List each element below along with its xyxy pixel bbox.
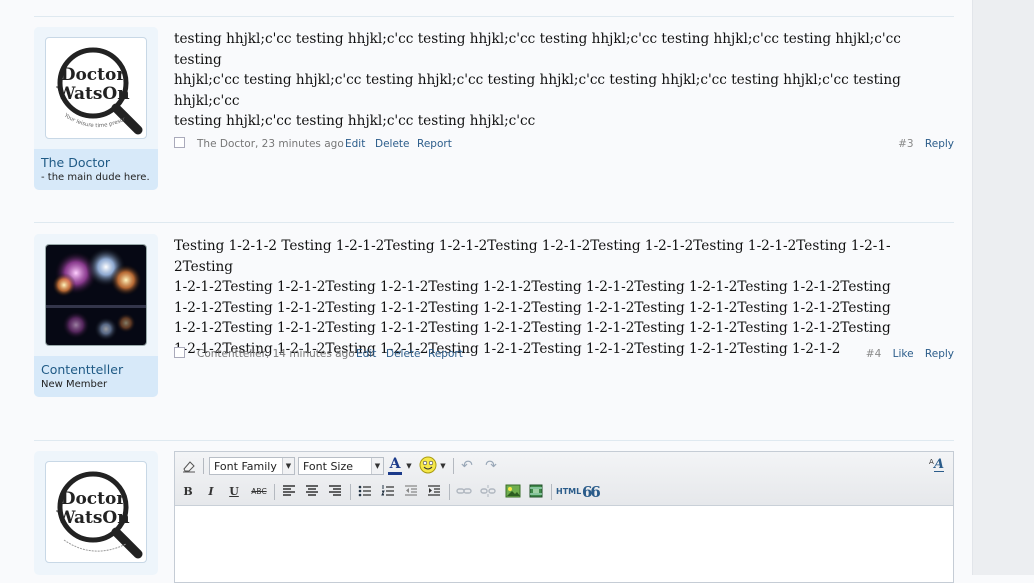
username[interactable]: Contentteller bbox=[41, 362, 151, 377]
avatar-logo-line2: WatsOn bbox=[55, 84, 129, 104]
switch-editor-mode-icon[interactable]: A A bbox=[929, 457, 947, 473]
post-meta: The Doctor, 23 minutes ago Edit Delete R… bbox=[174, 136, 954, 152]
chevron-down-icon: ▼ bbox=[371, 458, 383, 474]
reply-link[interactable]: Reply bbox=[925, 138, 954, 150]
html-button[interactable]: HTML bbox=[556, 484, 581, 500]
post-number[interactable]: #4 bbox=[866, 348, 881, 360]
post-divider bbox=[34, 16, 954, 17]
numbered-list-icon[interactable] bbox=[380, 484, 396, 500]
message-line: Testing 1-2-1-2 Testing 1-2-1-2Testing 1… bbox=[174, 238, 891, 275]
select-post-checkbox[interactable] bbox=[174, 137, 185, 148]
indent-icon[interactable] bbox=[426, 484, 442, 500]
delete-link[interactable]: Delete bbox=[375, 136, 410, 152]
username[interactable]: The Doctor bbox=[41, 155, 151, 170]
avatar-area: Doctor WatsOn Your leisure time prescrip… bbox=[34, 27, 158, 149]
unlink-icon[interactable] bbox=[480, 484, 496, 500]
message-line: testing hhjkl;c'cc testing hhjkl;c'cc te… bbox=[174, 31, 901, 68]
like-link[interactable]: Like bbox=[893, 348, 914, 360]
avatar-area: Doctor WatsOn bbox=[34, 451, 158, 575]
smilie-icon[interactable] bbox=[419, 456, 437, 474]
align-left-icon[interactable] bbox=[281, 484, 297, 500]
edit-link[interactable]: Edit bbox=[345, 136, 365, 152]
post-number[interactable]: #3 bbox=[898, 138, 913, 150]
user-info: Contentteller New Member bbox=[34, 356, 158, 397]
quote-icon[interactable]: 66 bbox=[582, 484, 601, 500]
fireworks-photo-icon bbox=[46, 245, 146, 345]
font-family-select[interactable]: Font Family ▼ bbox=[209, 457, 295, 475]
user-block-the-doctor: Doctor WatsOn Your leisure time prescrip… bbox=[34, 27, 158, 190]
message-line: testing hhjkl;c'cc testing hhjkl;c'cc te… bbox=[174, 113, 536, 129]
editor-toolbar: Font Family ▼ Font Size ▼ A ▼ ▼ ↶ ↷ A A … bbox=[175, 452, 953, 506]
message-body: testing hhjkl;c'cc testing hhjkl;c'cc te… bbox=[174, 29, 944, 132]
avatar[interactable]: Doctor WatsOn bbox=[45, 461, 147, 563]
redo-icon[interactable]: ↷ bbox=[483, 458, 499, 474]
underline-button[interactable]: U bbox=[227, 484, 241, 500]
avatar[interactable]: Doctor WatsOn Your leisure time prescrip… bbox=[45, 37, 147, 139]
reply-link[interactable]: Reply bbox=[925, 348, 954, 360]
post-meta: Contentteller, 14 minutes ago Edit Delet… bbox=[174, 346, 954, 362]
doctor-watson-logo-icon: Doctor WatsOn bbox=[55, 471, 143, 559]
link-icon[interactable] bbox=[456, 484, 472, 500]
toolbar-separator bbox=[453, 458, 454, 474]
text-color-icon[interactable]: A bbox=[388, 457, 402, 475]
outdent-icon[interactable] bbox=[403, 484, 419, 500]
message-body: Testing 1-2-1-2 Testing 1-2-1-2Testing 1… bbox=[174, 236, 944, 359]
user-title: - the main dude here. bbox=[41, 172, 150, 183]
toolbar-separator bbox=[551, 484, 552, 500]
left-margin bbox=[0, 0, 14, 575]
user-info: The Doctor - the main dude here. bbox=[34, 149, 158, 190]
user-block-contentteller: Contentteller New Member bbox=[34, 234, 158, 397]
post-author-date[interactable]: The Doctor, 23 minutes ago bbox=[197, 136, 344, 152]
toolbar-separator bbox=[449, 484, 450, 500]
report-link[interactable]: Report bbox=[428, 346, 463, 362]
user-title: New Member bbox=[41, 379, 108, 390]
switch-mode-large-glyph: A bbox=[934, 457, 945, 472]
toolbar-separator bbox=[350, 484, 351, 500]
message-line: 1-2-1-2Testing 1-2-1-2Testing 1-2-1-2Tes… bbox=[174, 320, 891, 336]
select-post-checkbox[interactable] bbox=[174, 347, 185, 358]
bold-button[interactable]: B bbox=[181, 484, 195, 500]
post-divider bbox=[34, 440, 954, 441]
edit-link[interactable]: Edit bbox=[356, 346, 376, 362]
message-line: hhjkl;c'cc testing hhjkl;c'cc testing hh… bbox=[174, 72, 901, 109]
italic-button[interactable]: I bbox=[204, 484, 218, 500]
align-center-icon[interactable] bbox=[304, 484, 320, 500]
reply-editor: Font Family ▼ Font Size ▼ A ▼ ▼ ↶ ↷ A A … bbox=[174, 451, 954, 583]
avatar-logo-line1: Doctor bbox=[61, 489, 127, 509]
toolbar-separator bbox=[274, 484, 275, 500]
right-sidebar-gutter bbox=[972, 0, 1034, 575]
toolbar-separator bbox=[203, 458, 204, 474]
avatar-area bbox=[34, 234, 158, 356]
post-author-date[interactable]: Contentteller, 14 minutes ago bbox=[197, 346, 355, 362]
doctor-watson-logo-icon: Doctor WatsOn Your leisure time prescrip… bbox=[46, 38, 143, 135]
post-actions-right: #3 Reply bbox=[898, 136, 954, 152]
font-size-select[interactable]: Font Size ▼ bbox=[298, 457, 384, 475]
strikethrough-button[interactable]: ABC bbox=[249, 484, 269, 500]
report-link[interactable]: Report bbox=[417, 136, 452, 152]
post-divider bbox=[34, 222, 954, 223]
message-line: 1-2-1-2Testing 1-2-1-2Testing 1-2-1-2Tes… bbox=[174, 279, 891, 295]
insert-image-icon[interactable] bbox=[505, 484, 521, 500]
remove-format-eraser-icon[interactable] bbox=[181, 458, 197, 474]
chevron-down-icon[interactable]: ▼ bbox=[405, 458, 413, 474]
avatar-logo-line1: Doctor bbox=[61, 65, 127, 85]
message-line: 1-2-1-2Testing 1-2-1-2Testing 1-2-1-2Tes… bbox=[174, 299, 891, 316]
font-size-label: Font Size bbox=[303, 460, 354, 473]
post-actions-right: #4 Like Reply bbox=[866, 346, 954, 362]
bulleted-list-icon[interactable] bbox=[357, 484, 373, 500]
chevron-down-icon[interactable]: ▼ bbox=[439, 458, 447, 474]
avatar[interactable] bbox=[45, 244, 147, 346]
chevron-down-icon: ▼ bbox=[282, 458, 294, 474]
avatar-logo-line2: WatsOn bbox=[55, 508, 129, 528]
font-family-label: Font Family bbox=[214, 460, 277, 473]
user-block-reply: Doctor WatsOn bbox=[34, 451, 158, 575]
undo-icon[interactable]: ↶ bbox=[459, 458, 475, 474]
insert-media-icon[interactable] bbox=[528, 484, 544, 500]
align-right-icon[interactable] bbox=[327, 484, 343, 500]
editor-text-area[interactable] bbox=[175, 506, 953, 582]
delete-link[interactable]: Delete bbox=[386, 346, 421, 362]
